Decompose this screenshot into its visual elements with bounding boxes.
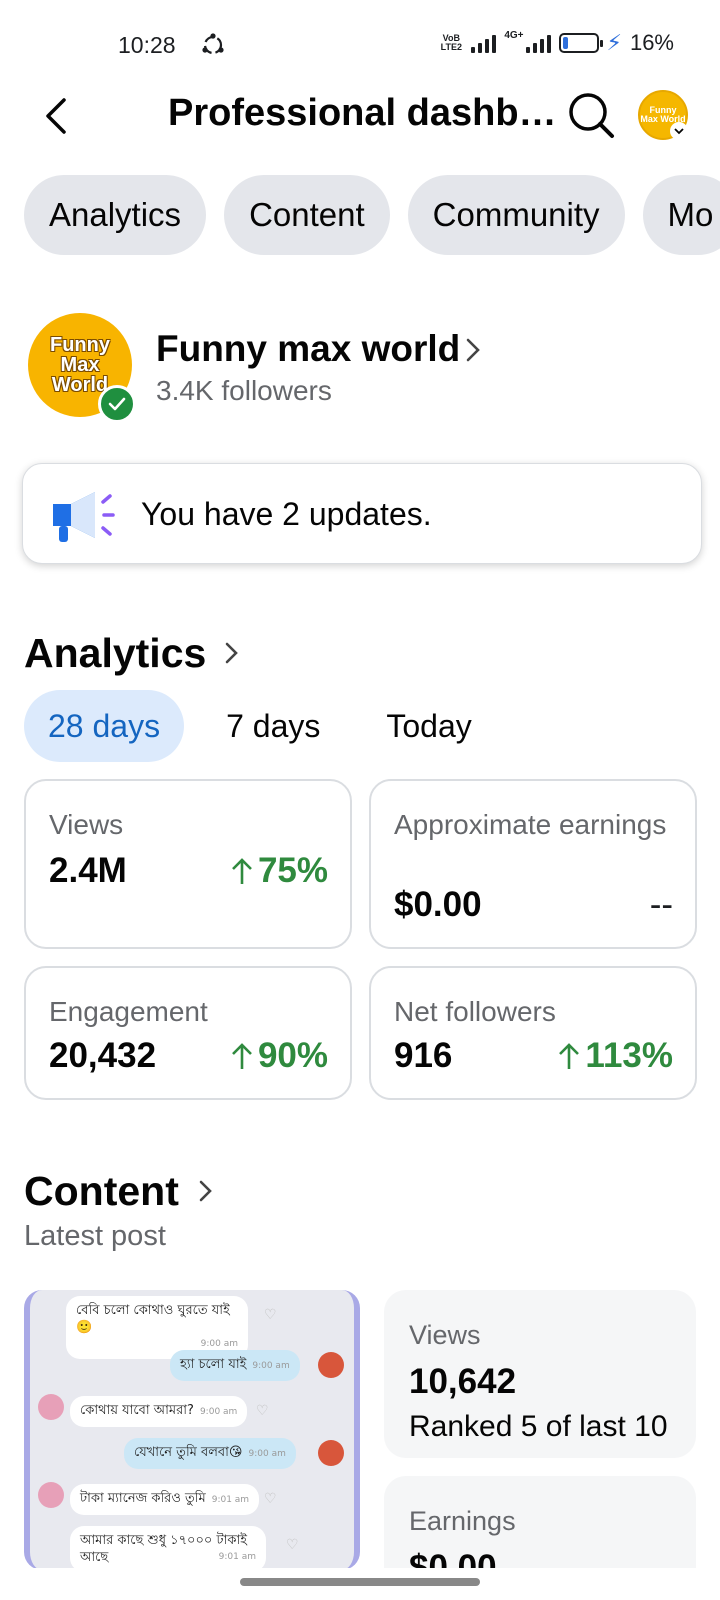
metric-change: -- bbox=[650, 885, 673, 925]
arrow-up-icon bbox=[559, 1043, 580, 1069]
metric-label: Views bbox=[49, 809, 124, 840]
signal-icon-2 bbox=[525, 33, 551, 53]
updates-card[interactable]: You have 2 updates. bbox=[22, 463, 702, 564]
chevron-down-icon[interactable] bbox=[670, 122, 688, 140]
analytics-chevron-icon[interactable] bbox=[222, 638, 242, 668]
heart-icon: ♡ bbox=[286, 1536, 299, 1552]
sender-avatar bbox=[318, 1352, 344, 1378]
sync-icon bbox=[202, 33, 224, 55]
range-28-days[interactable]: 28 days bbox=[24, 690, 185, 762]
dashboard-tabs: Analytics Content Community Mo bbox=[24, 175, 720, 255]
heart-icon: ♡ bbox=[264, 1306, 277, 1322]
home-indicator[interactable] bbox=[240, 1578, 480, 1586]
page-avatar-logo: Funny Max World bbox=[50, 334, 110, 396]
metric-label: Engagement bbox=[49, 996, 208, 1027]
status-time: 10:28 bbox=[118, 32, 176, 58]
date-range-tabs: 28 days 7 days Today bbox=[24, 690, 514, 762]
search-icon[interactable] bbox=[566, 90, 616, 140]
battery-level bbox=[562, 37, 568, 49]
top-bar: Professional dashb… Funny Max World bbox=[0, 86, 720, 146]
metric-change-value: 113% bbox=[585, 1036, 673, 1075]
metric-label: Net followers bbox=[394, 996, 556, 1027]
charging-icon: ⚡ bbox=[606, 30, 622, 55]
battery-percent: 16% bbox=[629, 30, 674, 55]
metric-change-value: -- bbox=[649, 885, 673, 924]
metric-card-earnings[interactable]: Approximate earnings $0.00 -- bbox=[369, 779, 697, 949]
network-type: 4G+ bbox=[504, 29, 524, 41]
sender-avatar bbox=[38, 1482, 64, 1508]
updates-text: You have 2 updates. bbox=[141, 496, 432, 532]
metric-label: Approximate earnings bbox=[394, 809, 667, 840]
sender-avatar bbox=[38, 1394, 64, 1420]
heart-icon: ♡ bbox=[256, 1402, 269, 1418]
metric-card-engagement[interactable]: Engagement 20,432 90% bbox=[24, 966, 352, 1100]
status-bar: 10:28 VoB LTE2 4G+ ⚡ 16% bbox=[0, 0, 720, 96]
metric-change: 113% bbox=[557, 1036, 673, 1076]
metric-change-value: 75% bbox=[257, 851, 328, 890]
back-arrow-icon[interactable] bbox=[36, 92, 76, 140]
chat-bubble: টাকা ম্যানেজ করিও তুমি 9:01 am bbox=[70, 1484, 260, 1515]
stat-label: Earnings bbox=[409, 1506, 516, 1536]
page-title: Professional dashb… bbox=[168, 92, 557, 134]
verified-badge-icon bbox=[98, 385, 136, 423]
sender-avatar bbox=[318, 1440, 344, 1466]
tab-analytics[interactable]: Analytics bbox=[24, 175, 207, 255]
latest-post-label: Latest post bbox=[24, 1220, 166, 1252]
analytics-heading[interactable]: Analytics bbox=[24, 630, 206, 677]
heart-icon: ♡ bbox=[264, 1490, 277, 1506]
metric-value: $0.00 bbox=[394, 885, 482, 924]
stat-card-views[interactable]: Views 10,642 Ranked 5 of last 10 bbox=[384, 1290, 696, 1458]
metric-change: 90% bbox=[230, 1036, 328, 1076]
page-name[interactable]: Funny max world bbox=[156, 328, 460, 370]
range-7-days[interactable]: 7 days bbox=[202, 690, 344, 762]
content-heading[interactable]: Content bbox=[24, 1168, 179, 1215]
chat-bubble: কোথায় যাবো আমরা? 9:00 am bbox=[70, 1396, 248, 1427]
chat-bubble: যেখানে তুমি বলবা😘 9:00 am bbox=[124, 1438, 296, 1469]
metric-value: 2.4M bbox=[49, 851, 127, 890]
metric-card-net-followers[interactable]: Net followers 916 113% bbox=[369, 966, 697, 1100]
metric-change: 75% bbox=[230, 851, 328, 891]
arrow-up-icon bbox=[232, 1043, 252, 1069]
tab-more[interactable]: Mo bbox=[642, 175, 720, 255]
metric-value: 20,432 bbox=[49, 1036, 157, 1075]
tab-community[interactable]: Community bbox=[407, 175, 625, 255]
chat-bubble: হ্যা চলো যাই 9:00 am bbox=[170, 1350, 300, 1381]
metric-value: 916 bbox=[394, 1036, 453, 1075]
chevron-right-icon[interactable] bbox=[462, 334, 486, 366]
metric-change-value: 90% bbox=[257, 1036, 328, 1075]
content-chevron-icon[interactable] bbox=[196, 1176, 216, 1206]
battery-icon bbox=[558, 33, 603, 53]
latest-post-thumbnail[interactable]: বেবি চলো কোথাও ঘুরতে যাই🙂 9:00 am ♡ হ্যা … bbox=[24, 1290, 360, 1570]
signal-icon bbox=[471, 33, 497, 53]
metric-card-views[interactable]: Views 2.4M 75% bbox=[24, 779, 352, 949]
stat-rank: Ranked 5 of last 10 bbox=[409, 1410, 668, 1443]
arrow-up-icon bbox=[232, 858, 252, 884]
volte-label: VoB LTE2 bbox=[440, 33, 462, 52]
tab-content[interactable]: Content bbox=[224, 175, 390, 255]
page-followers: 3.4K followers bbox=[156, 375, 332, 406]
stat-value: 10,642 bbox=[409, 1362, 517, 1401]
status-indicators: VoB LTE2 4G+ ⚡ 16% bbox=[439, 30, 674, 56]
range-today[interactable]: Today bbox=[362, 690, 495, 762]
megaphone-icon bbox=[53, 492, 115, 542]
stat-label: Views bbox=[409, 1320, 481, 1350]
chat-bubble: আমার কাছে শুধু ১৭০০০ টাকাই আছে 9:01 am bbox=[70, 1526, 266, 1570]
